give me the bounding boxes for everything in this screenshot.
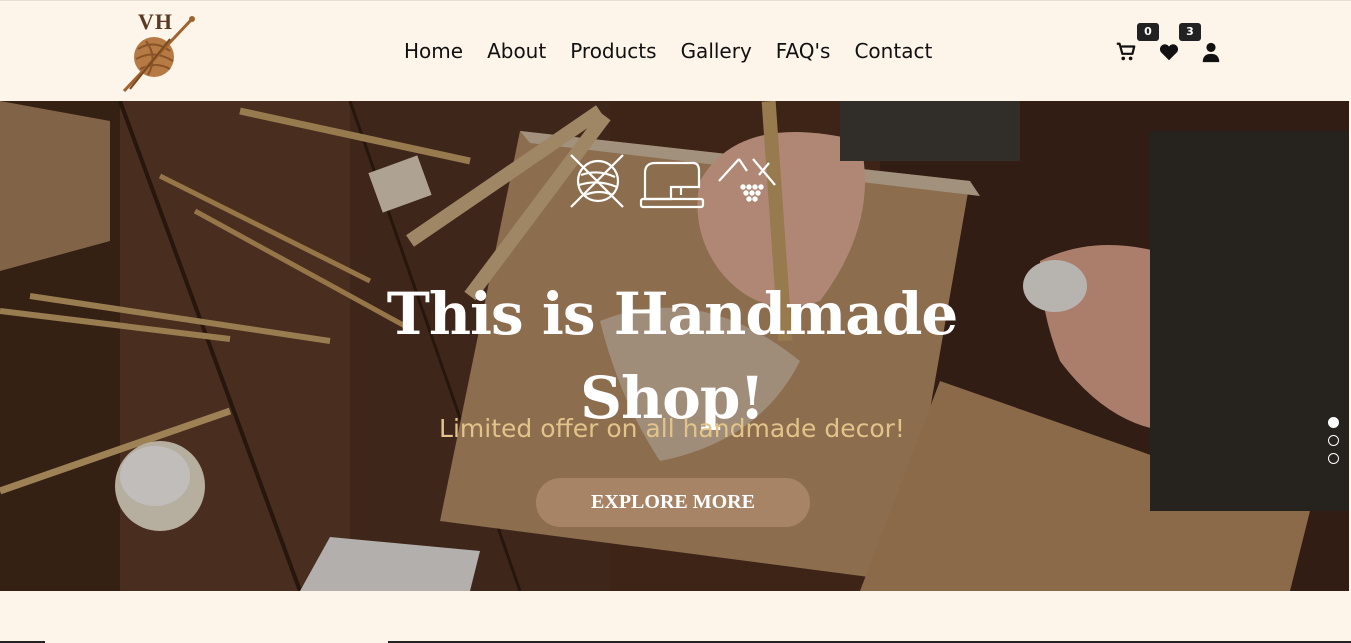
brand-logo[interactable]: VH <box>118 9 200 95</box>
nav-faqs[interactable]: FAQ's <box>764 37 843 65</box>
nav-contact[interactable]: Contact <box>842 37 944 65</box>
nav-gallery[interactable]: Gallery <box>669 37 764 65</box>
main-nav: Home About Products Gallery FAQ's Contac… <box>392 37 944 65</box>
nav-about[interactable]: About <box>475 37 558 65</box>
slide-dot-1[interactable] <box>1328 417 1339 428</box>
slide-dot-3[interactable] <box>1328 453 1339 464</box>
cart-count-badge: 0 <box>1137 23 1159 41</box>
heart-icon[interactable] <box>1158 41 1180 63</box>
hero-subtitle: Limited offer on all handmade decor! <box>439 414 905 443</box>
sewing-machine-icon <box>639 161 705 209</box>
user-icon[interactable] <box>1200 41 1222 63</box>
explore-more-button[interactable]: EXPLORE MORE <box>536 478 810 527</box>
knitting-icon <box>718 158 776 202</box>
nav-home[interactable]: Home <box>392 37 475 65</box>
header-icons: 0 3 <box>1112 23 1232 73</box>
cart-icon[interactable] <box>1115 41 1137 63</box>
slide-dot-2[interactable] <box>1328 435 1339 446</box>
nav-products[interactable]: Products <box>558 37 668 65</box>
wishlist-count-badge: 3 <box>1179 23 1201 41</box>
yarn-ball-logo-icon <box>122 16 195 93</box>
hero-banner: This is Handmade Shop! Limited offer on … <box>0 101 1349 591</box>
yarn-ball-icon <box>570 154 624 208</box>
craft-icons <box>570 154 776 209</box>
site-header: VH Home About Products Gallery FAQ's Con… <box>0 0 1351 101</box>
slider-dots <box>1328 417 1340 471</box>
